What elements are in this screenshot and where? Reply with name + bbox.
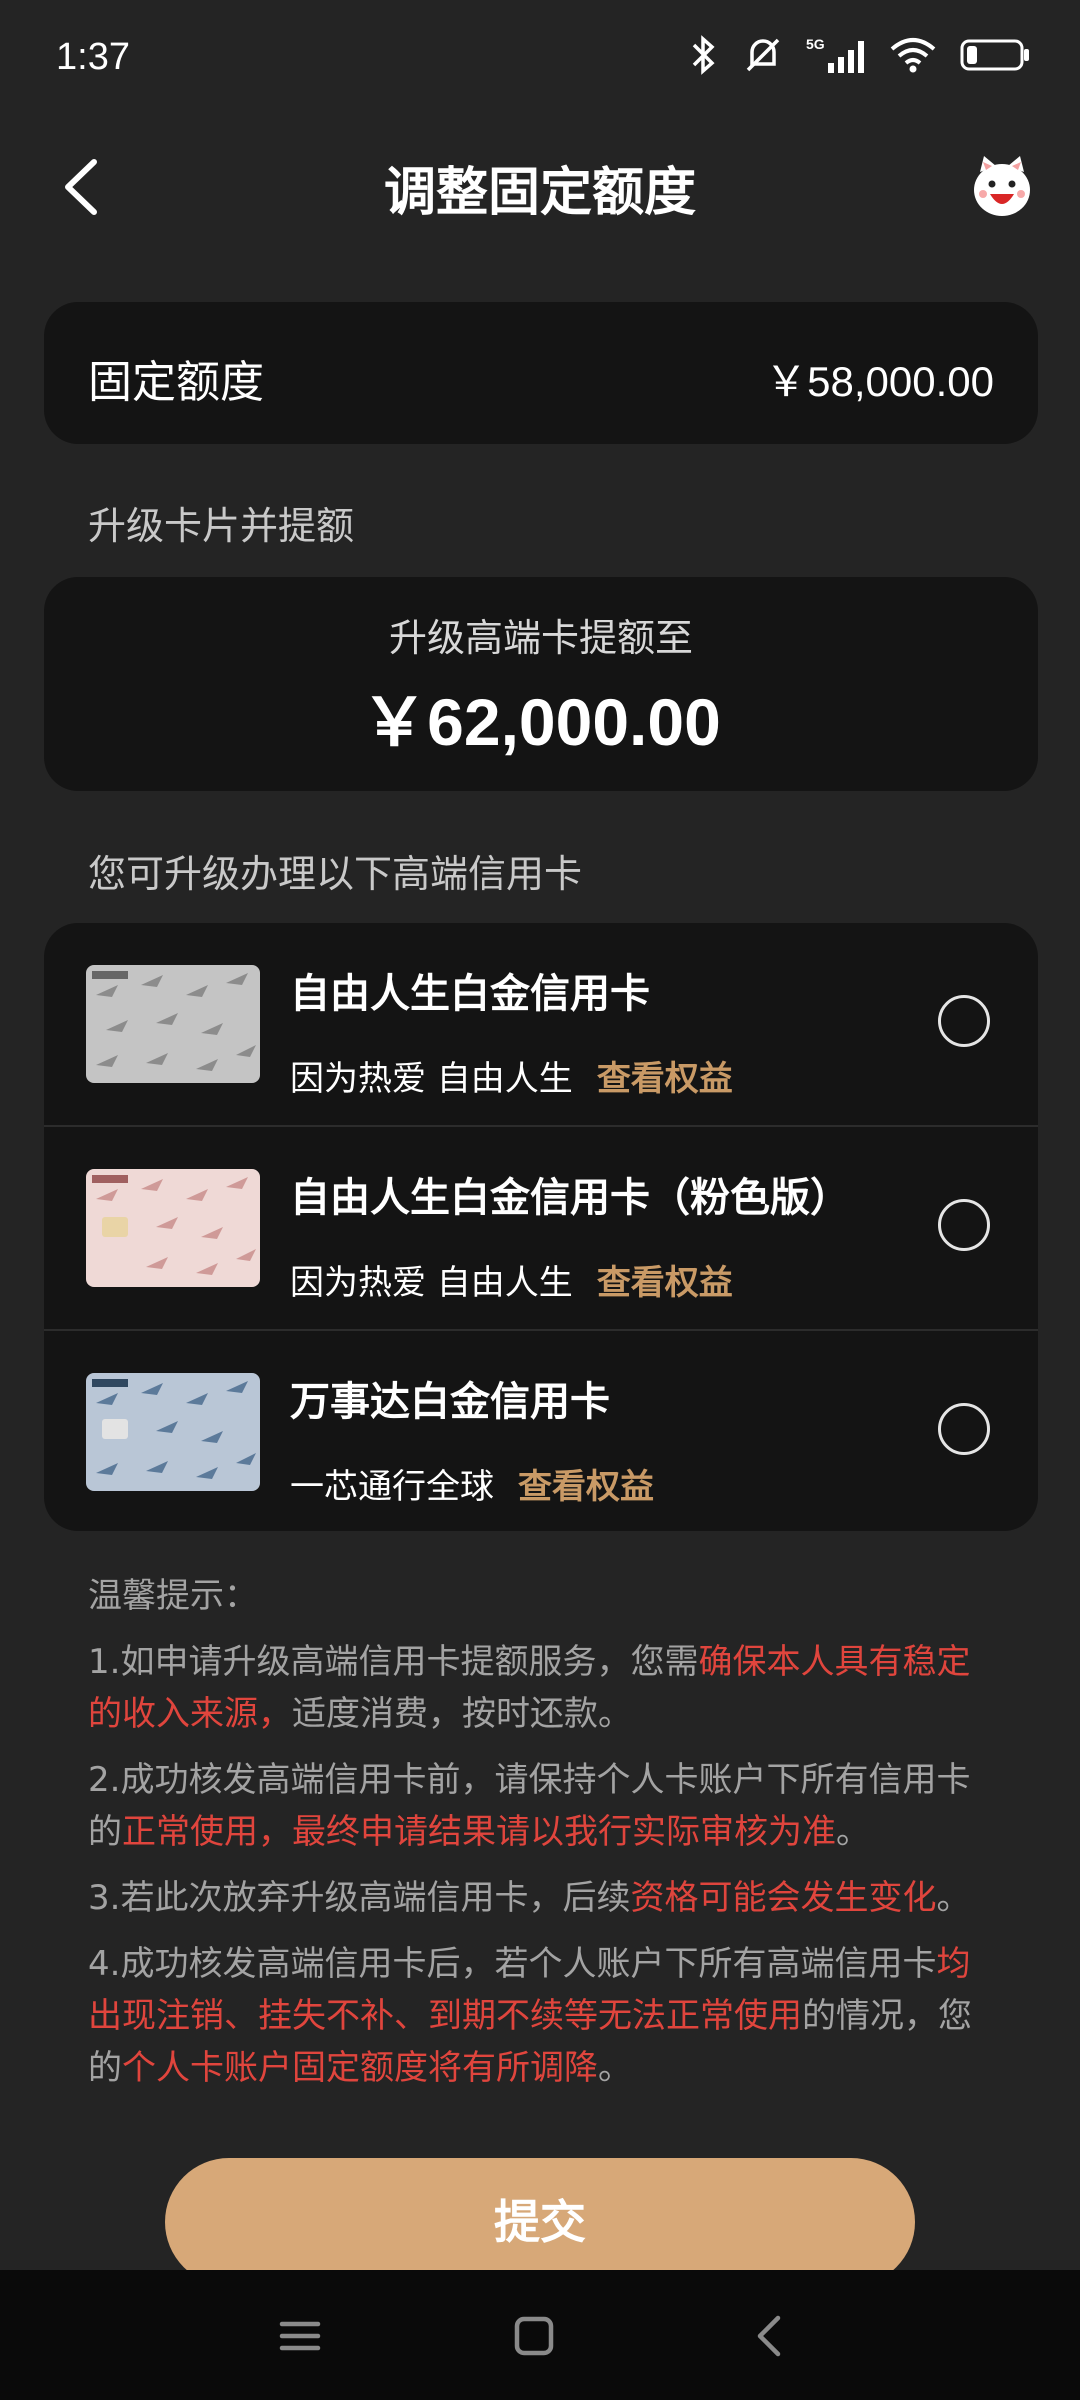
- card-image: [86, 965, 260, 1083]
- tip-4: 4.成功核发高端信用卡后，若个人账户下所有高端信用卡均出现注销、挂失不补、到期不…: [88, 1938, 996, 2094]
- tip-text: 适度消费，按时还款。: [292, 1694, 632, 1734]
- card-radio[interactable]: [938, 1403, 990, 1455]
- tip-text: 1.如申请升级高端信用卡提额服务，您需: [88, 1642, 699, 1682]
- view-benefits-link[interactable]: 查看权益: [597, 1263, 733, 1303]
- fixed-limit-label: 固定额度: [88, 357, 264, 408]
- mascot-assistant-icon[interactable]: [966, 150, 1038, 222]
- card-option-1[interactable]: 自由人生白金信用卡 因为热爱 自由人生 查看权益: [44, 923, 1038, 1125]
- card-radio[interactable]: [938, 995, 990, 1047]
- upgrade-amount: ￥62,000.00: [361, 685, 721, 759]
- card-section-title: 您可升级办理以下高端信用卡: [88, 852, 583, 896]
- tips-title: 温馨提示：: [88, 1576, 258, 1616]
- home-icon[interactable]: [510, 2312, 558, 2360]
- fixed-limit-amount: ￥58,000.00: [765, 358, 994, 405]
- card-slogan: 一芯通行全球: [290, 1467, 494, 1507]
- tip-text: 4.成功核发高端信用卡后，若个人账户下所有高端信用卡: [88, 1944, 937, 1984]
- tip-3: 3.若此次放弃升级高端信用卡，后续资格可能会发生变化。: [88, 1872, 996, 1924]
- view-benefits-link[interactable]: 查看权益: [518, 1467, 654, 1507]
- upgrade-subtitle: 升级高端卡提额至: [388, 616, 693, 660]
- card-name: 自由人生白金信用卡: [290, 971, 650, 1017]
- tip-2: 2.成功核发高端信用卡前，请保持个人卡账户下所有信用卡的正常使用，最终申请结果请…: [88, 1754, 996, 1858]
- wifi-icon: [890, 38, 936, 73]
- upgrade-section-title: 升级卡片并提额: [88, 504, 355, 548]
- signal-5g-icon: 5G: [806, 36, 864, 73]
- bluetooth-icon: [692, 35, 715, 75]
- upgrade-amount-panel: 升级高端卡提额至 ￥62,000.00: [44, 577, 1038, 791]
- menu-icon[interactable]: [276, 2312, 324, 2360]
- tip-text: 。: [598, 2048, 632, 2088]
- status-bar: 1:37 5G: [0, 0, 1080, 120]
- status-time: 1:37: [56, 36, 130, 78]
- submit-button[interactable]: 提交: [165, 2158, 915, 2286]
- card-slogan-row: 因为热爱 自由人生 查看权益: [290, 1051, 733, 1100]
- system-nav-bar: [0, 2270, 1080, 2400]
- battery-icon: [960, 39, 1029, 71]
- card-slogan: 因为热爱 自由人生: [290, 1059, 573, 1099]
- tip-text: 。: [836, 1812, 870, 1852]
- fixed-limit-panel: 固定额度 ￥58,000.00: [44, 302, 1038, 444]
- view-benefits-link[interactable]: 查看权益: [597, 1059, 733, 1099]
- system-back-icon[interactable]: [746, 2312, 794, 2360]
- tip-1: 1.如申请升级高端信用卡提额服务，您需确保本人具有稳定的收入来源，适度消费，按时…: [88, 1636, 996, 1740]
- tip-highlight: 资格可能会发生变化: [630, 1878, 937, 1918]
- tips-section: 温馨提示： 1.如申请升级高端信用卡提额服务，您需确保本人具有稳定的收入来源，适…: [88, 1570, 996, 2108]
- network-label: 5G: [806, 36, 825, 52]
- card-radio[interactable]: [938, 1199, 990, 1251]
- nav-bar: 调整固定额度: [0, 130, 1080, 240]
- tip-highlight: 个人卡账户固定额度将有所调降: [122, 2048, 598, 2088]
- card-option-3[interactable]: 万事达白金信用卡 一芯通行全球 查看权益: [44, 1331, 1038, 1531]
- card-slogan-row: 一芯通行全球 查看权益: [290, 1459, 654, 1508]
- card-image: [86, 1169, 260, 1287]
- tip-text: 3.若此次放弃升级高端信用卡，后续: [88, 1878, 631, 1918]
- card-slogan-row: 因为热爱 自由人生 查看权益: [290, 1255, 733, 1304]
- tip-highlight: 正常使用，最终申请结果请以我行实际审核为准: [122, 1812, 836, 1852]
- page-title: 调整固定额度: [383, 163, 696, 223]
- card-name: 自由人生白金信用卡（粉色版）: [290, 1175, 850, 1221]
- card-image: [86, 1373, 260, 1491]
- mute-bell-icon: [746, 38, 780, 72]
- status-icons: 5G: [686, 34, 1032, 76]
- tip-text: 。: [936, 1878, 971, 1918]
- card-option-2[interactable]: 自由人生白金信用卡（粉色版） 因为热爱 自由人生 查看权益: [44, 1127, 1038, 1329]
- card-list: 自由人生白金信用卡 因为热爱 自由人生 查看权益 自由人生白金信用卡（粉色版） 因…: [44, 923, 1038, 1531]
- card-name: 万事达白金信用卡: [290, 1379, 610, 1425]
- card-slogan: 因为热爱 自由人生: [290, 1263, 573, 1303]
